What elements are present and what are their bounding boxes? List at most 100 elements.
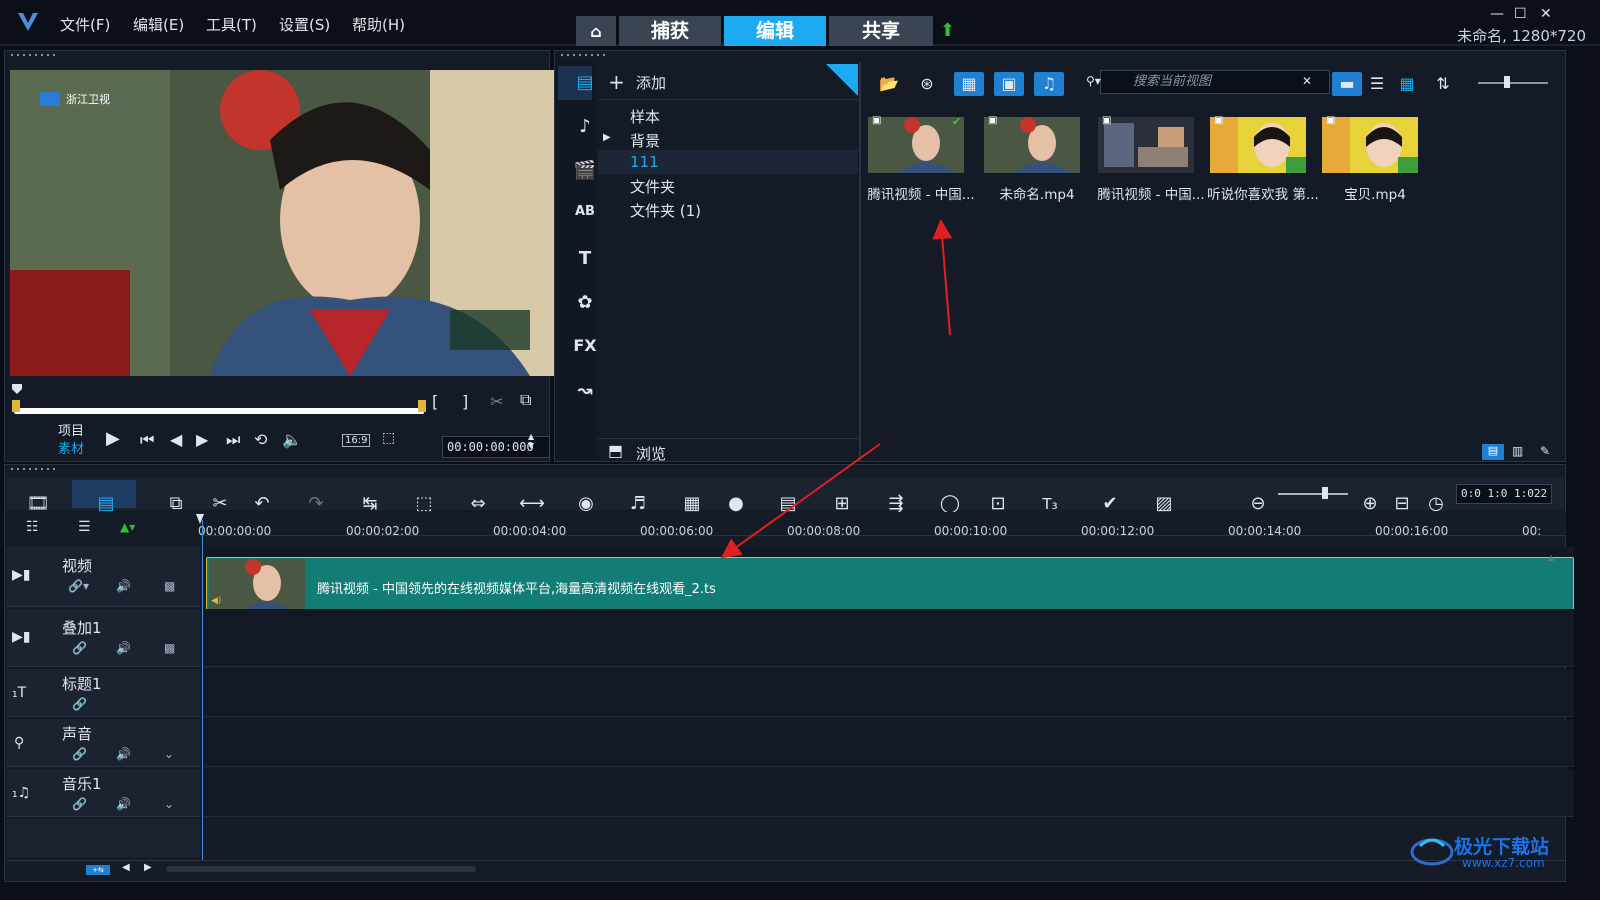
thumb-size-handle[interactable] bbox=[1504, 76, 1510, 88]
capture-icon[interactable]: ⊛ bbox=[912, 72, 942, 96]
zoom-slider-handle[interactable] bbox=[1322, 487, 1328, 499]
enlarge-icon[interactable]: ⧉ bbox=[520, 390, 531, 410]
mark-in-button[interactable]: [ bbox=[432, 392, 438, 411]
next-frame-icon[interactable]: ▶ bbox=[196, 430, 208, 449]
browse-icon[interactable]: ⬒ bbox=[608, 441, 623, 460]
timecode-stepper-icon[interactable]: ▲ ▼ bbox=[528, 432, 534, 450]
clear-search-icon[interactable]: ✕ bbox=[1302, 74, 1312, 88]
show-video-icon[interactable]: ▦ bbox=[954, 72, 984, 96]
fx-icon[interactable]: FX bbox=[570, 336, 600, 355]
tree-item-sample[interactable]: 样本 bbox=[630, 106, 660, 127]
library-panel-icon[interactable]: ▤ bbox=[1482, 444, 1504, 460]
scroll-right-icon[interactable]: ▶ bbox=[144, 862, 152, 873]
go-start-icon[interactable]: ⏮ bbox=[140, 430, 154, 450]
music-note-icon[interactable]: ♪ bbox=[570, 116, 600, 137]
menu-help[interactable]: 帮助(H) bbox=[352, 14, 405, 35]
thumbnail-view-icon[interactable]: ▬ bbox=[1332, 72, 1362, 96]
instant-project-icon[interactable]: 🎬 bbox=[570, 160, 600, 181]
track-volume-icon[interactable]: 🔊 bbox=[116, 747, 131, 761]
scroll-up-icon[interactable]: ▲ bbox=[1548, 553, 1554, 562]
path-icon[interactable]: ↝ bbox=[570, 380, 600, 401]
music-track-lane[interactable] bbox=[204, 769, 1574, 817]
transition-icon[interactable]: AB bbox=[570, 204, 600, 219]
link-icon[interactable]: 🔗 bbox=[72, 797, 87, 811]
media-thumbnail[interactable]: ▣ 未命名.mp4 bbox=[980, 115, 1094, 203]
timeline-view-icon[interactable]: ▤ bbox=[92, 492, 120, 516]
media-thumbnail[interactable]: ▣ ✔ 腾讯视频 - 中国... bbox=[864, 115, 978, 203]
browse-button[interactable]: 浏览 bbox=[636, 443, 666, 464]
link-icon[interactable]: 🔗 bbox=[72, 747, 87, 761]
trim-end-handle[interactable] bbox=[418, 400, 426, 412]
track-volume-icon[interactable]: 🔊 bbox=[116, 579, 131, 593]
upload-icon[interactable]: ⬆ bbox=[940, 20, 955, 41]
add-icon[interactable]: + bbox=[608, 70, 625, 94]
crop-icon[interactable]: ⬚ bbox=[382, 430, 395, 446]
fit-timeline-icon[interactable]: +⇆ bbox=[86, 865, 110, 875]
media-thumbnail[interactable]: ▣ 听说你喜欢我 第... bbox=[1206, 115, 1320, 203]
thumb-size-slider[interactable] bbox=[1478, 82, 1548, 84]
chevron-down-icon[interactable]: ⌄ bbox=[164, 797, 174, 811]
minimize-button[interactable]: — bbox=[1490, 6, 1504, 22]
grid-view-icon[interactable]: ▦ bbox=[1392, 72, 1422, 96]
video-preview[interactable]: 浙江卫视 bbox=[10, 70, 554, 376]
tree-item-background[interactable]: 背景 bbox=[630, 130, 660, 151]
panel-grip[interactable] bbox=[559, 53, 605, 57]
media-icon[interactable]: ▤ bbox=[570, 72, 600, 93]
copy-icon[interactable]: ⧉ bbox=[162, 492, 190, 516]
play-button[interactable]: ▶ bbox=[106, 428, 120, 449]
chevron-down-icon[interactable]: ⌄ bbox=[164, 747, 174, 761]
link-icon[interactable]: 🔗 bbox=[72, 641, 87, 655]
maximize-button[interactable]: ☐ bbox=[1514, 6, 1527, 22]
aspect-ratio-button[interactable]: 16:9 bbox=[342, 434, 371, 447]
tree-item-folder-1[interactable]: 文件夹 (1) bbox=[630, 200, 701, 221]
show-audio-icon[interactable]: ♫ bbox=[1034, 72, 1064, 96]
tree-item-111[interactable]: 111 bbox=[630, 153, 659, 171]
expand-arrow-icon[interactable]: ▶ bbox=[603, 132, 611, 143]
mode-project[interactable]: 项目 bbox=[58, 420, 84, 439]
graphics-icon[interactable]: ✿ bbox=[570, 292, 600, 313]
home-tab[interactable]: ⌂ bbox=[576, 16, 616, 46]
track-volume-icon[interactable]: 🔊 bbox=[116, 641, 131, 655]
panel-grip[interactable] bbox=[9, 467, 55, 471]
link-icon[interactable]: 🔗▾ bbox=[68, 579, 89, 593]
link-icon[interactable]: 🔗 bbox=[72, 697, 87, 711]
close-button[interactable]: ✕ bbox=[1540, 6, 1552, 22]
trim-start-handle[interactable] bbox=[12, 400, 20, 412]
go-end-icon[interactable]: ⏭ bbox=[226, 430, 240, 450]
media-thumbnail[interactable]: ▣ 腾讯视频 - 中国... bbox=[1094, 115, 1208, 203]
menu-settings[interactable]: 设置(S) bbox=[279, 14, 330, 35]
menu-file[interactable]: 文件(F) bbox=[60, 14, 110, 35]
horizontal-scrollbar[interactable] bbox=[166, 866, 476, 872]
add-folder-button[interactable]: 添加 bbox=[636, 72, 666, 93]
search-input[interactable]: 搜索当前视图 bbox=[1100, 70, 1330, 94]
repeat-icon[interactable]: ⟲ bbox=[254, 430, 267, 449]
tab-edit[interactable]: 编辑 bbox=[724, 16, 826, 46]
menu-tools[interactable]: 工具(T) bbox=[206, 14, 257, 35]
vertical-scrollbar[interactable]: ▲ bbox=[1548, 548, 1558, 858]
split-icon[interactable]: ✂ bbox=[490, 392, 503, 411]
video-clip[interactable]: ◀) 腾讯视频 - 中国领先的在线视频媒体平台,海量高清视频在线观看_2.ts bbox=[206, 557, 1574, 615]
add-marker-icon[interactable]: ▲▾ bbox=[120, 520, 135, 534]
voice-track-lane[interactable] bbox=[204, 719, 1574, 767]
edit-panel-icon[interactable]: ✎ bbox=[1540, 444, 1550, 458]
volume-icon[interactable]: 🔈 bbox=[282, 430, 302, 449]
zoom-slider[interactable] bbox=[1278, 493, 1348, 495]
mode-clip[interactable]: 素材 bbox=[58, 438, 84, 457]
menu-edit[interactable]: 编辑(E) bbox=[133, 14, 184, 35]
track-volume-icon[interactable]: 🔊 bbox=[116, 797, 131, 811]
storyboard-view-icon[interactable]: 🎞 bbox=[24, 492, 52, 516]
prev-frame-icon[interactable]: ◀ bbox=[170, 430, 182, 449]
media-thumbnail[interactable]: ▣ 宝贝.mp4 bbox=[1318, 115, 1432, 203]
sort-icon[interactable]: ⇅ bbox=[1428, 72, 1458, 96]
import-folder-icon[interactable]: 📂 bbox=[874, 72, 904, 96]
track-visibility-icon[interactable]: ▩ bbox=[164, 641, 175, 655]
track-manager-icon[interactable]: ☷ bbox=[26, 519, 39, 535]
chapter-icon[interactable]: ☰ bbox=[78, 519, 91, 535]
scroll-left-icon[interactable]: ◀ bbox=[122, 862, 130, 873]
tab-share[interactable]: 共享 bbox=[829, 16, 933, 46]
title-icon[interactable]: T bbox=[570, 248, 600, 269]
show-photo-icon[interactable]: ▣ bbox=[994, 72, 1024, 96]
split-view-icon[interactable]: ▥ bbox=[1512, 444, 1523, 458]
mark-out-button[interactable]: ] bbox=[462, 392, 468, 411]
tree-item-folder[interactable]: 文件夹 bbox=[630, 176, 675, 197]
